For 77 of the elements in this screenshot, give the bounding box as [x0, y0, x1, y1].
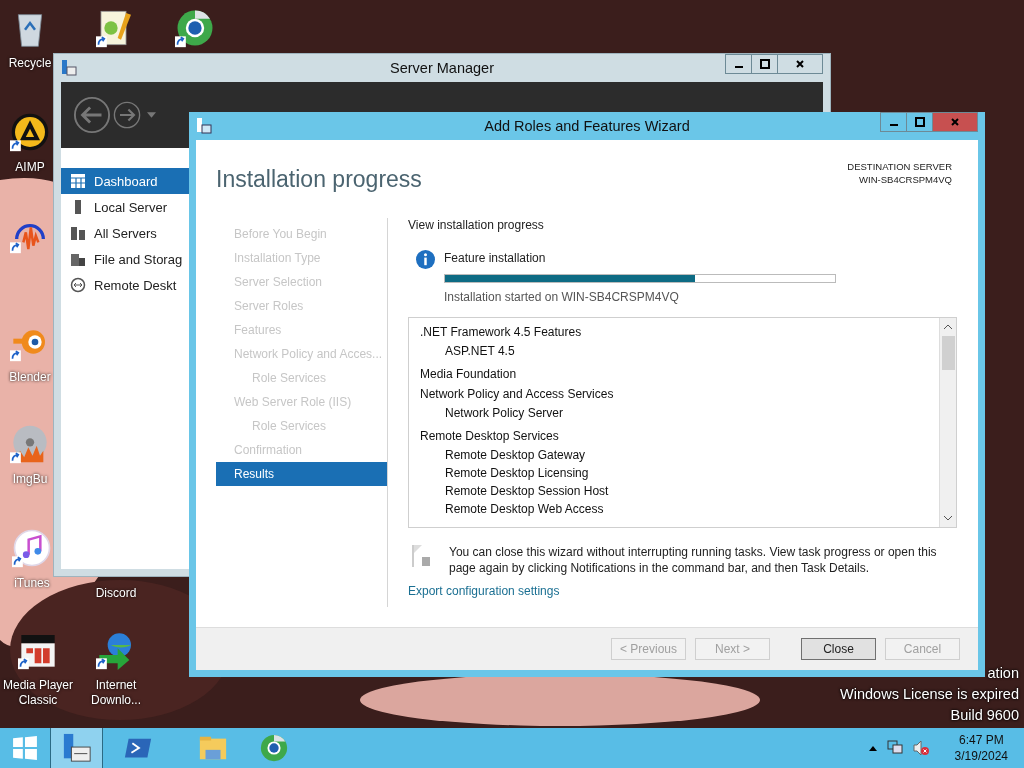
progress-title: Feature installation: [444, 250, 547, 266]
server-manager-icon: [61, 733, 92, 763]
desktop-icon-label[interactable]: ImgBu: [12, 472, 48, 487]
feature-item: .NET Framework 4.5 Features: [420, 324, 583, 341]
feature-item: Remote Desktop Services: [420, 428, 560, 445]
minimize-button[interactable]: [880, 112, 907, 132]
wizard-step[interactable]: Results: [216, 462, 387, 486]
taskbar-app[interactable]: [50, 728, 103, 768]
forward-icon[interactable]: [113, 101, 141, 129]
back-icon[interactable]: [73, 96, 111, 134]
watermark-text: Windows License is expired: [840, 685, 1019, 704]
feature-item: Remote Desktop Session Host: [444, 483, 610, 500]
watermark-text: ation: [987, 664, 1019, 683]
grid-icon: [70, 173, 86, 189]
scrollbar[interactable]: [939, 318, 956, 527]
clock-time[interactable]: 6:47 PM: [958, 732, 1004, 748]
folder-icon: [70, 251, 86, 267]
desktop-icon-label[interactable]: Media Player Classic: [0, 678, 76, 708]
remote-icon: [70, 277, 86, 293]
servers-icon: [70, 225, 86, 241]
page-heading: Installation progress: [216, 166, 422, 193]
destination-label: DESTINATION SERVER: [847, 160, 952, 173]
desktop-icon-label[interactable]: Blender: [9, 370, 51, 385]
feature-item: ASP.NET 4.5: [444, 343, 516, 360]
desktop-icon-label[interactable]: Discord: [95, 586, 137, 601]
maximize-icon: [914, 117, 925, 127]
close-button[interactable]: [932, 112, 978, 132]
feature-item: Media Foundation: [420, 366, 518, 383]
sidebar-item[interactable]: Remote Deskt: [61, 272, 189, 298]
globe-icon[interactable]: [175, 8, 215, 48]
destination-server: WIN-SB4CRSPM4VQ: [859, 173, 952, 186]
server-manager-icon: [196, 118, 212, 134]
progress-status: Installation started on WIN-SB4CRSPM4VQ: [444, 290, 680, 304]
server-manager-icon: [61, 60, 77, 76]
maximize-button[interactable]: [751, 54, 778, 74]
desktop-icon-label[interactable]: Internet Downlo...: [78, 678, 154, 708]
sidebar-item[interactable]: All Servers: [61, 220, 189, 246]
scroll-thumb[interactable]: [941, 336, 955, 370]
close-icon: [795, 59, 805, 69]
network-icon[interactable]: [886, 740, 903, 756]
sidebar-item[interactable]: Dashboard: [61, 168, 189, 194]
music-note-icon[interactable]: [12, 528, 52, 568]
desktop-icon-label[interactable]: Recycle: [8, 56, 52, 71]
minimize-icon: [734, 66, 743, 68]
close-button[interactable]: [777, 54, 823, 74]
feature-item: Network Policy and Access Services: [420, 386, 615, 403]
section-title: View installation progress: [408, 218, 545, 232]
wizard-button[interactable]: Close: [801, 638, 876, 660]
sidebar-item[interactable]: Local Server: [61, 194, 189, 220]
feature-item: Remote Desktop Licensing: [444, 465, 590, 482]
window-title: Add Roles and Features Wizard: [484, 118, 690, 134]
feature-item: Remote Desktop Web Access: [444, 501, 605, 518]
dropdown-icon[interactable]: [147, 112, 156, 118]
start-icon[interactable]: [12, 735, 38, 761]
clock-date[interactable]: 3/19/2024: [954, 748, 1008, 764]
desktop-icon-label[interactable]: AIMP: [15, 160, 45, 175]
show-hidden-icons-icon[interactable]: [868, 745, 877, 751]
minimize-icon: [889, 124, 898, 126]
note-text: You can close this wizard without interrupting running tasks. View task progress or open this page again by clicking Notifications in the command bar, and then Task Details.: [449, 544, 938, 576]
feature-item: Network Policy Server: [444, 405, 565, 422]
info-icon: [416, 250, 435, 269]
minimize-button[interactable]: [725, 54, 752, 74]
scroll-down-icon[interactable]: [943, 515, 953, 521]
window-title: Server Manager: [390, 60, 494, 76]
feature-item: Remote Desktop Gateway: [444, 447, 587, 464]
sidebar-item[interactable]: File and Storag: [61, 246, 189, 272]
muted-speaker-icon[interactable]: [912, 740, 929, 756]
disc-flame-icon[interactable]: [10, 424, 50, 464]
maximize-icon: [759, 59, 770, 69]
desktop-icon-label[interactable]: iTunes: [14, 576, 50, 591]
close-icon: [950, 117, 960, 127]
triangle-logo-icon[interactable]: [10, 112, 50, 152]
notification-flag-icon: [412, 544, 432, 568]
export-link[interactable]: Export configuration settings: [408, 584, 560, 598]
globe-icon: [258, 733, 289, 763]
watermark-text: Build 9600: [950, 706, 1019, 725]
scroll-up-icon[interactable]: [943, 324, 953, 330]
